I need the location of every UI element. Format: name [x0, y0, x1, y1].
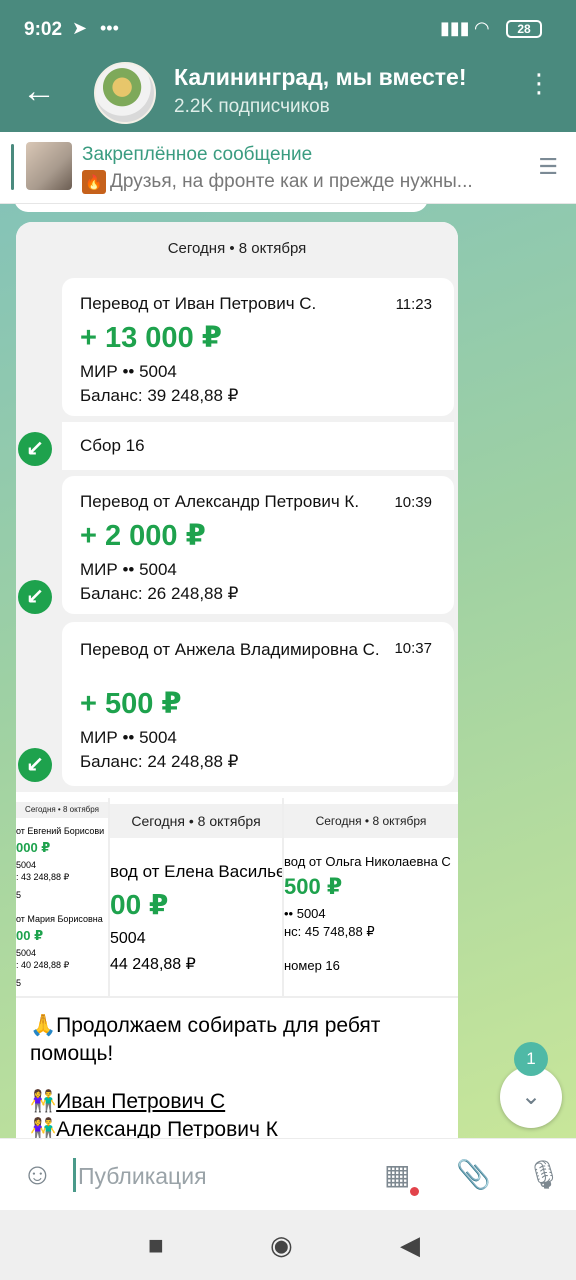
- transfer-name: Перевод от Анжела Владимировна С.: [80, 640, 380, 659]
- chat-header: ← Калининград, мы вместе! 2.2K подписчик…: [0, 60, 576, 132]
- donor-line: 👫Иван Петрович С: [30, 1090, 226, 1113]
- more-menu-icon[interactable]: ⋮: [526, 70, 552, 96]
- back-arrow-icon[interactable]: ←: [22, 74, 56, 108]
- thumb-transfer-amount: 00 ₽: [16, 928, 44, 943]
- thumb-date: Сегодня • 8 октября: [284, 804, 458, 838]
- transfer-time: 11:23: [395, 296, 432, 313]
- transfer-card: Перевод от Александр Петрович К. 10:39 +…: [62, 476, 454, 614]
- channel-avatar[interactable]: [94, 62, 156, 124]
- channel-title[interactable]: Калининград, мы вместе!: [174, 64, 500, 91]
- thumb-note: 5: [16, 978, 22, 988]
- system-nav-bar: ■ ◉ ◀: [0, 1210, 576, 1280]
- more-notifications-icon: •••: [100, 18, 119, 38]
- transfer-name: Перевод от Александр Петрович К.: [80, 492, 360, 511]
- pinned-indicator: [11, 144, 14, 190]
- telegram-icon: ➤: [72, 18, 88, 38]
- pinned-message[interactable]: Закреплённое сообщение 🔥 Друзья, на фрон…: [0, 132, 576, 204]
- back-triangle-icon[interactable]: ◀: [400, 1230, 420, 1260]
- thumb-note: 5: [16, 890, 22, 900]
- chat-area[interactable]: Сегодня • 8 октября Перевод от Иван Петр…: [0, 204, 576, 1138]
- transfer-balance: Баланс: 24 248,88 ₽: [80, 752, 239, 771]
- previous-message-tail: [14, 204, 428, 212]
- thumb-transfer-name: от Евгений Борисови: [16, 826, 105, 836]
- text-caret: [73, 1158, 76, 1192]
- thumb-transfer-amount: 000 ₽: [16, 840, 51, 855]
- message-input-bar: ☺ ▦ 📎 🎙: [0, 1138, 576, 1210]
- receipt-thumb-middle[interactable]: Сегодня • 8 октября вод от Елена Василье…: [110, 798, 282, 996]
- thumb-balance: : 40 248,88 ₽: [16, 960, 70, 970]
- thumb-card: 5004: [16, 860, 37, 870]
- thumb-transfer-amount: 500 ₽: [284, 874, 343, 899]
- pinned-thumbnail: [26, 142, 72, 190]
- transfer-card-number: МИР •• 5004: [80, 560, 177, 579]
- unread-count-badge: 1: [514, 1042, 548, 1076]
- donor-line: 👫Александр Петрович К: [30, 1116, 450, 1138]
- thumb-date: Сегодня • 8 октября: [110, 804, 282, 838]
- thumb-balance: нс: 45 748,88 ₽: [284, 924, 375, 939]
- incoming-arrow-icon: ↙: [18, 748, 52, 782]
- thumb-balance: 44 248,88 ₽: [110, 956, 196, 973]
- subscriber-count: 2.2K подписчиков: [174, 96, 330, 117]
- transfer-card: Перевод от Иван Петрович С. 11:23 + 13 0…: [62, 278, 454, 416]
- thumb-transfer-name: вод от Елена Васильевна: [110, 862, 282, 881]
- transfer-time: 10:37: [394, 640, 432, 657]
- message-input[interactable]: [78, 1159, 358, 1193]
- fire-emoji-icon: 🔥: [82, 170, 106, 194]
- status-bar: 9:02 ➤ ••• ▮▮▮ ◠ 28: [0, 0, 576, 60]
- transfer-amount: + 2 000 ₽: [80, 520, 206, 552]
- thumb-date: Сегодня • 8 октября: [16, 802, 108, 818]
- transfer-amount: + 13 000 ₽: [80, 322, 222, 354]
- incoming-arrow-icon: ↙: [18, 580, 52, 614]
- receipt-image[interactable]: Сегодня • 8 октября Перевод от Иван Петр…: [16, 222, 458, 792]
- home-circle-icon[interactable]: ◉: [270, 1230, 293, 1260]
- transfer-card-number: МИР •• 5004: [80, 362, 177, 381]
- incoming-arrow-icon: ↙: [18, 432, 52, 466]
- battery-icon: 28: [506, 20, 542, 38]
- post-text: 🙏Продолжаем собирать для ребят помощь! 👫…: [30, 1012, 450, 1138]
- wifi-icon: ◠: [474, 18, 490, 38]
- receipt-thumb-right[interactable]: Сегодня • 8 октября вод от Ольга Николае…: [284, 798, 458, 996]
- transfer-note-text: Сбор 16: [80, 436, 145, 455]
- signal-icon: ▮▮▮: [440, 18, 470, 38]
- receipt-date: Сегодня • 8 октября: [167, 240, 307, 257]
- thumb-note: номер 16: [284, 958, 340, 973]
- pinned-list-icon[interactable]: ☰: [538, 154, 558, 180]
- thumb-card: 5004: [110, 930, 146, 947]
- microphone-icon[interactable]: 🎙: [526, 1157, 562, 1193]
- transfer-amount: + 500 ₽: [80, 688, 182, 720]
- pinned-text: Друзья, на фронте как и прежде нужны...: [110, 171, 473, 192]
- transfer-note: Сбор 16: [62, 422, 454, 470]
- thumb-transfer-name: от Мария Борисовна: [16, 914, 103, 924]
- transfer-balance: Баланс: 39 248,88 ₽: [80, 386, 239, 405]
- app-bar: 9:02 ➤ ••• ▮▮▮ ◠ 28 ← Калининград, мы вм…: [0, 0, 576, 132]
- thumb-card: •• 5004: [284, 906, 326, 921]
- thumb-balance: : 43 248,88 ₽: [16, 872, 70, 882]
- thumb-transfer-amount: 00 ₽: [110, 889, 169, 920]
- schedule-calendar-icon[interactable]: ▦: [384, 1157, 410, 1193]
- donor-link[interactable]: Александр Петрович К: [56, 1118, 278, 1138]
- receipt-collage[interactable]: Сегодня • 8 октября от Евгений Борисови …: [16, 798, 458, 998]
- schedule-dot: [410, 1187, 419, 1196]
- pinned-title: Закреплённое сообщение: [82, 144, 313, 165]
- transfer-balance: Баланс: 26 248,88 ₽: [80, 584, 239, 603]
- thumb-transfer-name: вод от Ольга Николаевна С: [284, 854, 451, 869]
- post-line: 🙏Продолжаем собирать для ребят помощь!: [30, 1014, 381, 1065]
- transfer-time: 10:39: [394, 494, 432, 511]
- message-bubble[interactable]: Сегодня • 8 октября Перевод от Иван Петр…: [16, 222, 458, 1138]
- transfer-card: Перевод от Анжела Владимировна С. 10:37 …: [62, 622, 454, 786]
- status-time: 9:02: [24, 19, 63, 40]
- recents-square-icon[interactable]: ■: [148, 1230, 164, 1260]
- receipt-thumb-left[interactable]: Сегодня • 8 октября от Евгений Борисови …: [16, 798, 108, 996]
- donor-link[interactable]: Иван Петрович С: [56, 1090, 225, 1113]
- emoji-icon[interactable]: ☺: [22, 1157, 53, 1193]
- transfer-name: Перевод от Иван Петрович С.: [80, 294, 317, 313]
- attach-paperclip-icon[interactable]: 📎: [456, 1157, 491, 1193]
- thumb-card: 5004: [16, 948, 37, 958]
- transfer-card-number: МИР •• 5004: [80, 728, 177, 747]
